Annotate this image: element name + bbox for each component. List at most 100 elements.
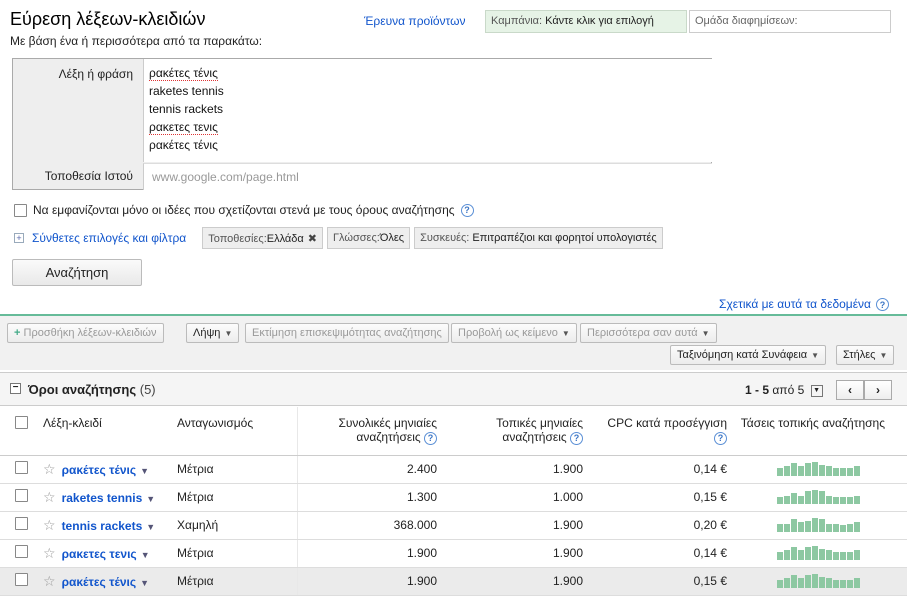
sort-dropdown[interactable]: Ταξινόμηση κατά Συνάφεια ▼: [670, 345, 827, 365]
row-checkbox[interactable]: [14, 489, 28, 502]
expand-plus-icon[interactable]: +: [14, 233, 24, 243]
keyword-text[interactable]: ρακέτες τένις: [62, 575, 137, 589]
trend-bar: [819, 549, 825, 560]
col-header-global[interactable]: Συνολικές μηνιαίες αναζητήσεις ?: [296, 407, 445, 456]
keyword-text[interactable]: tennis rackets: [62, 519, 143, 533]
filter-chip-language[interactable]: Γλώσσες:Όλες: [327, 227, 411, 249]
estimate-traffic-button[interactable]: Εκτίμηση επισκεψιμότητας αναζήτησης: [245, 323, 449, 343]
remove-filter-icon[interactable]: ✖: [308, 233, 317, 245]
keyword-text[interactable]: ρακέτες τένις: [62, 463, 137, 477]
select-all-checkbox[interactable]: [14, 416, 28, 429]
campaign-selector[interactable]: Καμπάνια: Κάντε κλικ για επιλογή: [485, 10, 687, 33]
keyword-cell[interactable]: ☆ ρακετες τενις ▼: [42, 539, 176, 568]
row-checkbox[interactable]: [14, 545, 28, 558]
help-icon[interactable]: ?: [714, 431, 727, 445]
row-checkbox[interactable]: [14, 461, 28, 474]
trend-bar: [847, 468, 853, 476]
col-header-cpc[interactable]: CPC κατά προσέγγιση ?: [591, 407, 735, 456]
download-button[interactable]: Λήψη ▼: [186, 323, 240, 343]
local-searches-cell: 1.900: [445, 455, 591, 484]
filter-chip-devices[interactable]: Συσκευές: Επιτραπέζιοι και φορητοί υπολο…: [414, 227, 663, 249]
columns-dropdown[interactable]: Στήλες ▼: [836, 345, 895, 365]
help-icon[interactable]: ?: [460, 203, 474, 217]
help-icon[interactable]: ?: [876, 298, 889, 311]
collapse-minus-icon[interactable]: −: [10, 383, 21, 394]
row-checkbox[interactable]: [14, 573, 28, 586]
row-select-cell: [0, 567, 42, 596]
trend-bar: [854, 578, 860, 588]
trend-bar: [847, 524, 853, 532]
table-row[interactable]: ☆ ρακέτες τένις ▼ Μέτρια 1.900 1.900 0,15 €: [0, 567, 907, 596]
search-button[interactable]: Αναζήτηση: [12, 259, 142, 286]
trend-bar: [777, 468, 783, 476]
next-page-button[interactable]: ›: [864, 380, 892, 400]
keyword-cell[interactable]: ☆ ρακέτες τένις ▼: [42, 567, 176, 596]
keyword-text[interactable]: raketes tennis: [62, 491, 143, 505]
keyword-cell[interactable]: ☆ raketes tennis ▼: [42, 483, 176, 512]
trend-bar: [826, 466, 832, 476]
row-select-cell: [0, 511, 42, 540]
trend-sparkline: [777, 518, 906, 532]
table-row[interactable]: ☆ ρακετες τενις ▼ Μέτρια 1.900 1.900 0,14 €: [0, 539, 907, 568]
star-icon[interactable]: ☆: [43, 517, 56, 533]
about-data-link[interactable]: Σχετικά με αυτά τα δεδομένα: [719, 297, 871, 311]
table-row[interactable]: ☆ raketes tennis ▼ Μέτρια 1.300 1.000 0,15 €: [0, 483, 907, 512]
col-header-trends[interactable]: Τάσεις τοπικής αναζήτησης: [735, 407, 907, 456]
trend-bar: [819, 577, 825, 588]
cpc-cell: 0,14 €: [591, 539, 735, 568]
local-searches-cell: 1.900: [445, 539, 591, 568]
chevron-down-icon[interactable]: ▼: [141, 550, 150, 560]
website-input[interactable]: www.google.com/page.html: [143, 163, 712, 190]
keyword-line: ρακέτες τένις: [149, 138, 218, 152]
related-only-checkbox[interactable]: [14, 203, 27, 217]
help-icon[interactable]: ?: [570, 431, 583, 445]
star-icon[interactable]: ☆: [43, 573, 56, 589]
chevron-down-icon[interactable]: ▼: [140, 466, 149, 476]
filter-key: Συσκευές:: [420, 232, 470, 244]
global-searches-cell: 1.300: [296, 483, 445, 512]
col-header-competition[interactable]: Ανταγωνισμός: [176, 407, 297, 456]
table-row[interactable]: ☆ ρακέτες τένις ▼ Μέτρια 2.400 1.900 0,14 €: [0, 455, 907, 484]
trend-bar: [798, 578, 804, 588]
advanced-options-row: + Σύνθετες επιλογές και φίλτρα Τοποθεσίε…: [14, 227, 663, 249]
star-icon[interactable]: ☆: [43, 489, 56, 505]
keyword-text[interactable]: ρακετες τενις: [62, 547, 137, 561]
trend-bar: [854, 522, 860, 532]
chevron-down-icon[interactable]: ▼: [140, 578, 149, 588]
filter-chip-location[interactable]: Τοποθεσίες:Ελλάδα ✖: [202, 227, 323, 249]
chevron-down-icon: ▼: [701, 329, 710, 338]
pager-range: 1 - 5: [745, 383, 770, 397]
row-checkbox[interactable]: [14, 517, 28, 530]
prev-page-button[interactable]: ‹: [836, 380, 864, 400]
competition-cell: Μέτρια: [176, 455, 297, 484]
col-header-keyword[interactable]: Λέξη-κλειδί: [42, 407, 176, 456]
view-as-text-button[interactable]: Προβολή ως κείμενο ▼: [451, 323, 577, 343]
keyword-cell[interactable]: ☆ ρακέτες τένις ▼: [42, 455, 176, 484]
star-icon[interactable]: ☆: [43, 461, 56, 477]
help-icon[interactable]: ?: [424, 431, 437, 445]
row-select-cell: [0, 483, 42, 512]
competition-cell: Μέτρια: [176, 567, 297, 596]
adgroup-selector[interactable]: Ομάδα διαφημίσεων:: [689, 10, 891, 33]
trend-bar: [833, 497, 839, 504]
keyword-line: ρακετες τενις: [149, 120, 218, 135]
keyword-cell[interactable]: ☆ tennis rackets ▼: [42, 511, 176, 540]
chevron-down-icon[interactable]: ▼: [146, 494, 155, 504]
trend-bar: [847, 552, 853, 560]
trend-bar: [833, 580, 839, 588]
more-like-these-button[interactable]: Περισσότερα σαν αυτά ▼: [580, 323, 717, 343]
filter-key: Γλώσσες:: [333, 232, 380, 244]
chevron-down-icon[interactable]: ▼: [810, 384, 823, 397]
trend-cell: [735, 483, 907, 512]
table-row[interactable]: ☆ tennis rackets ▼ Χαμηλή 368.000 1.900 0,20 €: [0, 511, 907, 540]
star-icon[interactable]: ☆: [43, 545, 56, 561]
keyword-line: raketes tennis: [149, 84, 224, 98]
product-research-link[interactable]: Έρευνα προϊόντων: [364, 14, 465, 28]
keyword-textarea[interactable]: ρακέτες τένις raketes tennis tennis rack…: [143, 59, 712, 162]
trend-bar: [798, 466, 804, 476]
chevron-down-icon[interactable]: ▼: [146, 522, 155, 532]
advanced-options-link[interactable]: Σύνθετες επιλογές και φίλτρα: [32, 231, 186, 245]
add-keywords-button[interactable]: + Προσθήκη λέξεων-κλειδιών: [7, 323, 164, 343]
filter-value: Ελλάδα: [266, 233, 304, 245]
col-header-local[interactable]: Τοπικές μηνιαίες αναζητήσεις ?: [445, 407, 591, 456]
